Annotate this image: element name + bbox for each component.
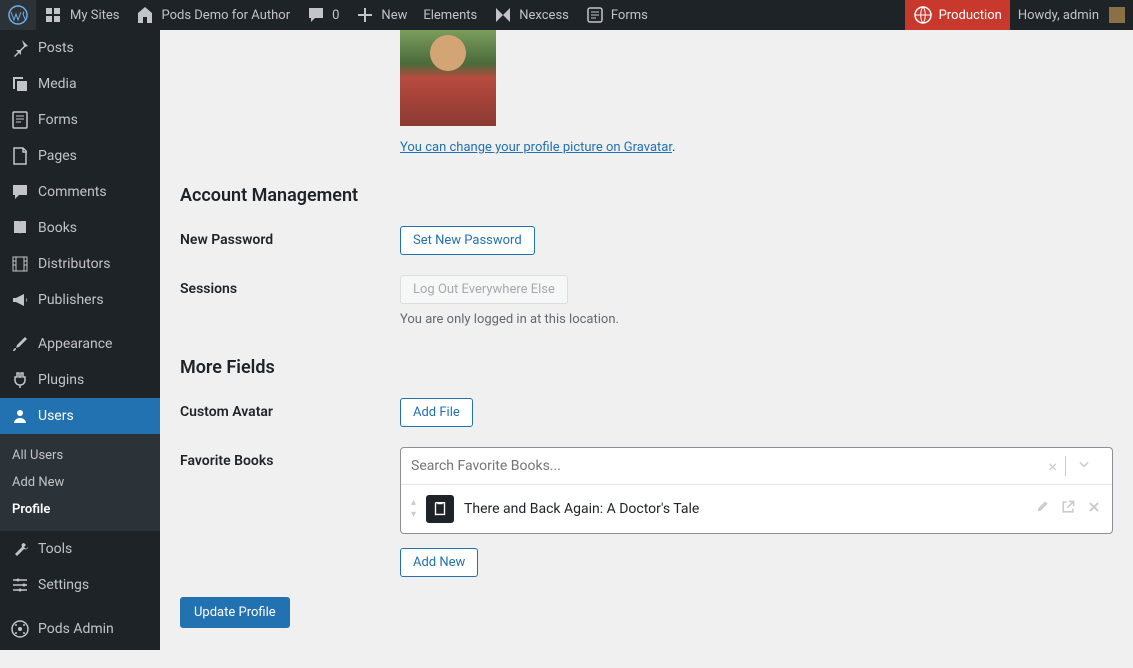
elements[interactable]: Elements <box>415 0 485 30</box>
sidebar-distributors[interactable]: Distributors <box>0 246 160 282</box>
submenu-all-users[interactable]: All Users <box>0 442 160 469</box>
custom-avatar-label: Custom Avatar <box>180 398 400 420</box>
media-icon <box>10 74 30 94</box>
sidebar-books[interactable]: Books <box>0 210 160 246</box>
book-list-item: ▴▾ There and Back Again: A Doctor's Tale <box>401 485 1112 533</box>
book-icon <box>10 218 30 238</box>
submenu-profile[interactable]: Profile <box>0 496 160 523</box>
film-icon <box>10 254 30 274</box>
update-profile-button[interactable]: Update Profile <box>180 597 290 628</box>
user-icon <box>10 406 30 426</box>
comment-icon <box>10 182 30 202</box>
remove-icon[interactable] <box>1086 499 1102 519</box>
forms-icon <box>10 110 30 130</box>
sidebar-plugins[interactable]: Plugins <box>0 362 160 398</box>
more-fields-heading: More Fields <box>180 357 1113 378</box>
sidebar-users[interactable]: Users <box>0 398 160 434</box>
sidebar-comments[interactable]: Comments <box>0 174 160 210</box>
wp-logo[interactable] <box>0 0 36 30</box>
sidebar-posts[interactable]: Posts <box>0 30 160 66</box>
add-file-button[interactable]: Add File <box>400 398 473 427</box>
sessions-help-text: You are only logged in at this location. <box>400 312 1113 327</box>
add-new-book-button[interactable]: Add New <box>400 548 478 577</box>
new-password-label: New Password <box>180 226 400 248</box>
submenu-add-new[interactable]: Add New <box>0 469 160 496</box>
pin-icon <box>10 38 30 58</box>
clear-icon[interactable]: × <box>1040 457 1065 476</box>
book-thumbnail-icon <box>426 495 454 523</box>
account-management-heading: Account Management <box>180 185 1113 206</box>
users-submenu: All Users Add New Profile <box>0 434 160 531</box>
admin-sidebar: Posts Media Forms Pages Comments Books D… <box>0 30 160 650</box>
megaphone-icon <box>10 290 30 310</box>
my-sites[interactable]: My Sites <box>36 0 127 30</box>
book-item-title: There and Back Again: A Doctor's Tale <box>464 501 1024 517</box>
pods-icon <box>10 619 30 639</box>
plug-icon <box>10 370 30 390</box>
nexcess[interactable]: Nexcess <box>485 0 577 30</box>
chevron-down-icon[interactable] <box>1066 456 1102 476</box>
production-badge[interactable]: Production <box>905 0 1010 30</box>
main-content: You can change your profile picture on G… <box>160 30 1133 668</box>
external-link-icon[interactable] <box>1060 499 1076 519</box>
sidebar-publishers[interactable]: Publishers <box>0 282 160 318</box>
set-password-button[interactable]: Set New Password <box>400 226 535 255</box>
new-content[interactable]: New <box>347 0 415 30</box>
sidebar-pods-admin[interactable]: Pods Admin <box>0 611 160 647</box>
favorite-books-label: Favorite Books <box>180 447 400 469</box>
wrench-icon <box>10 539 30 559</box>
gravatar-link[interactable]: You can change your profile picture on G… <box>400 140 672 155</box>
sliders-icon <box>10 575 30 595</box>
forms-top[interactable]: Forms <box>577 0 656 30</box>
brush-icon <box>10 334 30 354</box>
avatar <box>1109 7 1125 23</box>
drag-handle[interactable]: ▴▾ <box>411 498 416 520</box>
howdy-user[interactable]: Howdy, admin <box>1010 0 1133 30</box>
logout-everywhere-button: Log Out Everywhere Else <box>400 275 568 304</box>
edit-icon[interactable] <box>1034 499 1050 519</box>
sidebar-pages[interactable]: Pages <box>0 138 160 174</box>
favorite-books-select: × ▴▾ There and Back Again: A Doctor's Ta… <box>400 447 1113 534</box>
sidebar-forms[interactable]: Forms <box>0 102 160 138</box>
sidebar-settings[interactable]: Settings <box>0 567 160 603</box>
sessions-label: Sessions <box>180 275 400 297</box>
profile-picture <box>400 30 496 126</box>
comments-count[interactable]: 0 <box>298 0 347 30</box>
sidebar-tools[interactable]: Tools <box>0 531 160 567</box>
pages-icon <box>10 146 30 166</box>
search-favorite-books-input[interactable] <box>411 458 1040 474</box>
sidebar-media[interactable]: Media <box>0 66 160 102</box>
admin-topbar: My Sites Pods Demo for Author 0 New Elem… <box>0 0 1133 30</box>
site-name[interactable]: Pods Demo for Author <box>127 0 298 30</box>
sidebar-appearance[interactable]: Appearance <box>0 326 160 362</box>
